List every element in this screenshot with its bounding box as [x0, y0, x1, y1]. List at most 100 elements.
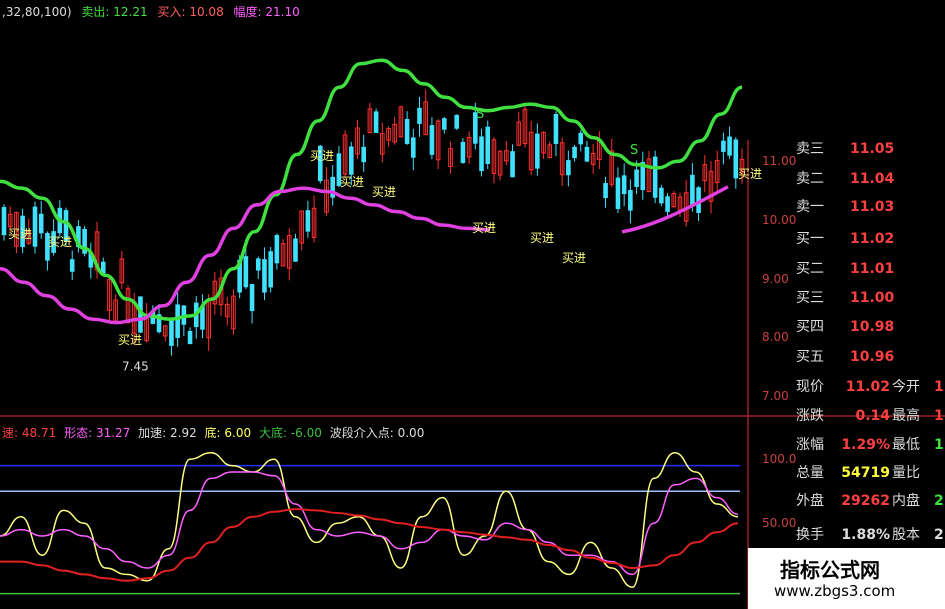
candle	[181, 304, 187, 337]
candle	[119, 251, 125, 290]
stat-row: 换手 1.88%股本 2.	[748, 524, 945, 547]
accel-value: 2.92	[170, 426, 197, 440]
candle-body	[603, 183, 608, 199]
candle-body	[1, 207, 7, 236]
stat-value: 11.02	[845, 379, 890, 395]
candle	[367, 102, 373, 134]
candle-body	[535, 133, 540, 169]
candle	[361, 134, 366, 172]
candle-body	[274, 235, 280, 264]
candle	[721, 132, 726, 165]
candle-body	[411, 137, 416, 158]
order-price: 10.96	[850, 349, 895, 365]
shape-label: 形态:	[64, 426, 93, 440]
d-line	[0, 471, 739, 576]
candle	[510, 144, 515, 178]
candle	[566, 150, 571, 187]
candle	[435, 119, 441, 169]
candle-body	[479, 136, 484, 172]
speed-label: 速:	[2, 426, 19, 440]
buy-label: 买入:	[157, 5, 186, 19]
candle	[628, 179, 633, 224]
candle	[255, 256, 261, 279]
candle	[516, 111, 522, 147]
stat-value: 1.29%	[841, 437, 890, 453]
order-price: 10.98	[850, 319, 895, 335]
stat-row: 总量 54719 量比	[748, 462, 945, 485]
candle-body	[634, 169, 639, 187]
order-label: 买五	[796, 349, 824, 365]
order-sell-3[interactable]: 卖三 11.05	[748, 136, 945, 162]
candle	[224, 296, 230, 326]
candle-body	[690, 174, 695, 206]
candle	[621, 163, 627, 207]
bigbottom-value: -6.00	[290, 426, 322, 440]
candle-body	[572, 146, 577, 159]
candle	[535, 123, 540, 176]
sell-label: 卖出:	[81, 5, 110, 19]
candle	[212, 271, 218, 315]
order-sell-2[interactable]: 卖二 11.04	[748, 166, 945, 192]
shape-value: 31.27	[95, 426, 131, 440]
candle-body	[361, 146, 366, 163]
candle-body	[38, 213, 44, 234]
order-price: 11.02	[850, 231, 895, 247]
candle	[286, 228, 292, 281]
bottom-label: 底:	[204, 426, 221, 440]
stat-label: 涨跌	[796, 408, 824, 424]
order-buy-1[interactable]: 买一 11.02	[748, 226, 945, 252]
buy-signal-label: 买进	[340, 175, 364, 189]
candle	[572, 144, 577, 162]
candle	[584, 140, 590, 163]
stat-value: 1.88%	[841, 527, 890, 543]
candle	[497, 150, 503, 181]
candle-body	[721, 140, 726, 152]
candle	[262, 247, 267, 301]
order-label: 卖二	[796, 171, 824, 187]
order-sell-1[interactable]: 卖一 11.03	[748, 194, 945, 220]
indicator-header: 速: 48.71 形态: 31.27 加速: 2.92 底: 6.00 大底: …	[2, 424, 428, 441]
order-buy-3[interactable]: 买三 11.00	[748, 285, 945, 311]
candle-body	[417, 107, 422, 124]
candle	[429, 117, 435, 160]
order-buy-4[interactable]: 买四 10.98	[748, 314, 945, 340]
order-buy-5[interactable]: 买五 10.96	[748, 344, 945, 370]
candle-body	[485, 126, 491, 164]
buy-value: 10.08	[189, 5, 224, 19]
candle-body	[348, 146, 354, 175]
candle	[69, 250, 75, 280]
accel-label: 加速:	[138, 426, 167, 440]
stat-value: 1	[934, 408, 944, 424]
candle	[274, 233, 280, 270]
slow-line	[0, 508, 739, 582]
candle	[727, 126, 732, 159]
candle	[380, 122, 385, 163]
order-buy-2[interactable]: 买二 11.01	[748, 256, 945, 282]
stat-value: 54719	[841, 465, 890, 481]
lower-band-line	[0, 186, 491, 325]
candle	[578, 130, 584, 152]
candle	[547, 141, 553, 159]
order-price: 11.04	[850, 171, 895, 187]
candle-body	[100, 261, 106, 274]
candle	[479, 128, 484, 177]
order-label: 卖一	[796, 199, 824, 215]
candle-body	[584, 146, 590, 162]
candle	[82, 225, 87, 257]
stat-label: 涨幅	[796, 437, 824, 453]
candlesticks	[1, 89, 745, 356]
order-price: 11.00	[850, 290, 895, 306]
formula-params: ,32,80,100)	[2, 5, 72, 19]
stat-label: 内盘	[892, 493, 920, 509]
bigbottom-label: 大底:	[258, 426, 288, 440]
candle-body	[621, 175, 627, 195]
candle	[32, 201, 38, 254]
candle	[125, 285, 131, 324]
candle	[299, 210, 304, 251]
candle-body	[255, 258, 261, 271]
buy-signal-label: 买进	[310, 149, 334, 163]
order-price: 11.01	[850, 261, 895, 277]
candle	[603, 176, 608, 208]
candle-body	[652, 156, 658, 198]
candle	[454, 114, 460, 131]
